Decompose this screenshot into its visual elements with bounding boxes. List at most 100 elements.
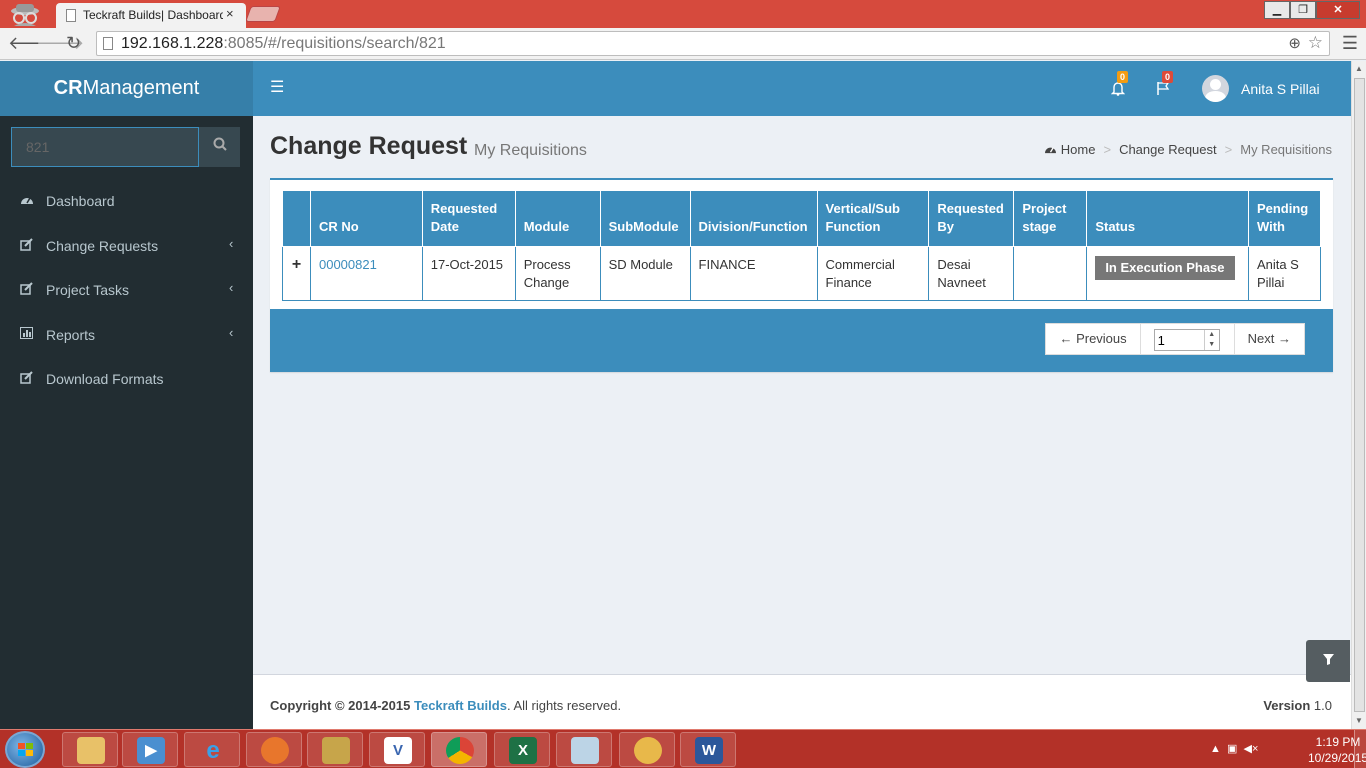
copyright-text: Copyright © 2014-2015 Teckraft Builds. A… [270,698,622,713]
browser-menu-icon[interactable]: ☰ [1342,33,1358,54]
edit-icon [20,282,34,298]
column-header-expand [282,190,311,247]
sidebar-item-project-tasks[interactable]: Project Tasks ‹ [0,268,253,313]
bell-icon [1110,82,1126,96]
expand-row-icon[interactable]: + [282,246,311,301]
reload-icon[interactable]: ↻ [66,33,81,54]
browser-toolbar: 🡐 🡒 ↻ 192.168.1.228:8085/#/requisitions/… [0,28,1366,60]
sidebar-item-dashboard[interactable]: Dashboard [0,179,253,224]
start-button[interactable] [5,731,45,768]
page-icon [66,9,76,22]
app-logo[interactable]: CRManagement [0,61,253,116]
column-header-requested-date[interactable]: Requested Date [421,190,516,247]
scroll-down-icon[interactable]: ▼ [1355,716,1363,725]
incognito-icon [11,4,39,26]
column-header-vertical[interactable]: Vertical/Sub Function [816,190,930,247]
breadcrumb-change-request[interactable]: Change Request [1119,142,1217,157]
column-header-project-stage[interactable]: Project stage [1013,190,1088,247]
column-header-status[interactable]: Status [1086,190,1249,247]
page-icon [103,37,113,50]
next-page-button[interactable]: Next → [1235,324,1304,354]
sidebar-item-reports[interactable]: Reports ‹ [0,313,253,358]
search-icon [213,137,227,151]
vnc-icon[interactable]: V [369,732,425,767]
bookmark-star-icon[interactable]: ☆ [1308,33,1323,53]
lotus-icon[interactable] [619,732,675,767]
url-text[interactable]: 192.168.1.228:8085/#/requisitions/search… [121,35,446,53]
vertical-cell: Commercial Finance [816,246,930,301]
system-tray: ▲ ▣ ◀× 1:19 PM 10/29/2015 [1196,730,1366,768]
address-bar[interactable]: 192.168.1.228:8085/#/requisitions/search… [96,31,1330,56]
page-title: Change Request [270,132,468,160]
folder-app-icon[interactable] [307,732,363,767]
tray-icons[interactable]: ▲ ▣ ◀× [1210,742,1258,755]
requisitions-table: CR No Requested Date Module SubModule Di… [282,190,1322,301]
division-cell: FINANCE [689,246,818,301]
sidebar-menu: Dashboard Change Requests ‹ Project Task… [0,179,253,402]
filter-icon [1322,654,1334,665]
column-header-requested-by[interactable]: Requested By [928,190,1015,247]
status-cell: In Execution Phase [1086,246,1249,301]
search-button[interactable] [199,127,240,167]
breadcrumb-home[interactable]: Home [1044,142,1095,157]
notepad-icon[interactable] [556,732,612,767]
sidebar-item-label: Reports [46,326,96,343]
app-window: CRManagement Dashboard Change Requests ‹ [0,61,1351,729]
minimize-button[interactable]: ▁ [1264,1,1290,19]
show-desktop-button[interactable] [1354,730,1366,768]
column-header-cr-no[interactable]: CR No [309,190,423,247]
filter-button[interactable] [1306,640,1350,682]
notifications-button[interactable]: 0 [1110,71,1129,99]
dashboard-icon [1045,147,1057,154]
chrome-icon[interactable] [431,732,487,767]
sidebar-item-label: Change Requests [46,237,159,254]
avatar[interactable] [1202,75,1229,102]
sidebar-item-label: Dashboard [46,193,115,209]
sidebar-search [11,127,240,167]
notifications-badge: 0 [1117,71,1129,83]
word-icon[interactable]: W [680,732,736,767]
file-explorer-icon[interactable] [62,732,118,767]
chevron-left-icon: ‹ [229,235,234,251]
column-header-pending-with[interactable]: Pending With [1247,190,1322,247]
internet-explorer-icon[interactable]: e [184,732,240,767]
column-header-division[interactable]: Division/Function [689,190,818,247]
browser-tab[interactable]: Teckraft Builds| Dashboard × [56,3,246,28]
cr-number-link[interactable]: 00000821 [309,246,423,301]
page-subtitle: My Requisitions [474,142,587,159]
zoom-icon[interactable]: ⊕ [1288,34,1301,52]
tab-close-icon[interactable]: × [226,6,234,21]
breadcrumb-current: My Requisitions [1240,142,1332,157]
page-scrollbar[interactable]: ▲ ▼ [1351,61,1366,729]
search-input[interactable] [11,127,199,167]
sidebar-item-label: Project Tasks [46,282,129,298]
status-badge: In Execution Phase [1095,256,1235,280]
sidebar-toggle-icon[interactable]: ☰ [270,77,284,97]
window-controls: ▁ ❐ ✕ [1264,1,1360,19]
flags-button[interactable]: 0 [1156,71,1174,99]
column-header-module[interactable]: Module [514,190,601,247]
sidebar-item-download-formats[interactable]: Download Formats [0,357,253,402]
sidebar-item-change-requests[interactable]: Change Requests ‹ [0,224,253,269]
maximize-button[interactable]: ❐ [1290,1,1316,19]
previous-page-button[interactable]: ← Previous [1046,324,1141,354]
brand-link[interactable]: Teckraft Builds [414,698,507,713]
media-player-icon[interactable]: ▶ [122,732,178,767]
sidebar-item-label: Download Formats [46,371,164,387]
breadcrumb-separator: > [1224,142,1233,157]
close-window-button[interactable]: ✕ [1316,1,1360,19]
table-row: + 00000821 17-Oct-2015 Process Change SD… [282,246,1322,301]
user-menu-name[interactable]: Anita S Pillai [1241,81,1320,97]
windows-logo-icon [18,743,34,757]
pagination-bar: ← Previous ▲▼ Next → [270,309,1333,372]
requisitions-box: CR No Requested Date Module SubModule Di… [270,178,1333,372]
scrollbar-thumb[interactable] [1354,78,1365,712]
firefox-icon[interactable] [246,732,302,767]
table-header-row: CR No Requested Date Module SubModule Di… [282,190,1322,247]
page-spinner[interactable]: ▲ ▼ [1203,330,1219,350]
breadcrumb: Home > Change Request > My Requisitions [1044,142,1332,157]
column-header-submodule[interactable]: SubModule [599,190,691,247]
new-tab-button[interactable] [245,6,281,22]
scroll-up-icon[interactable]: ▲ [1355,64,1363,73]
excel-icon[interactable]: X [494,732,550,767]
